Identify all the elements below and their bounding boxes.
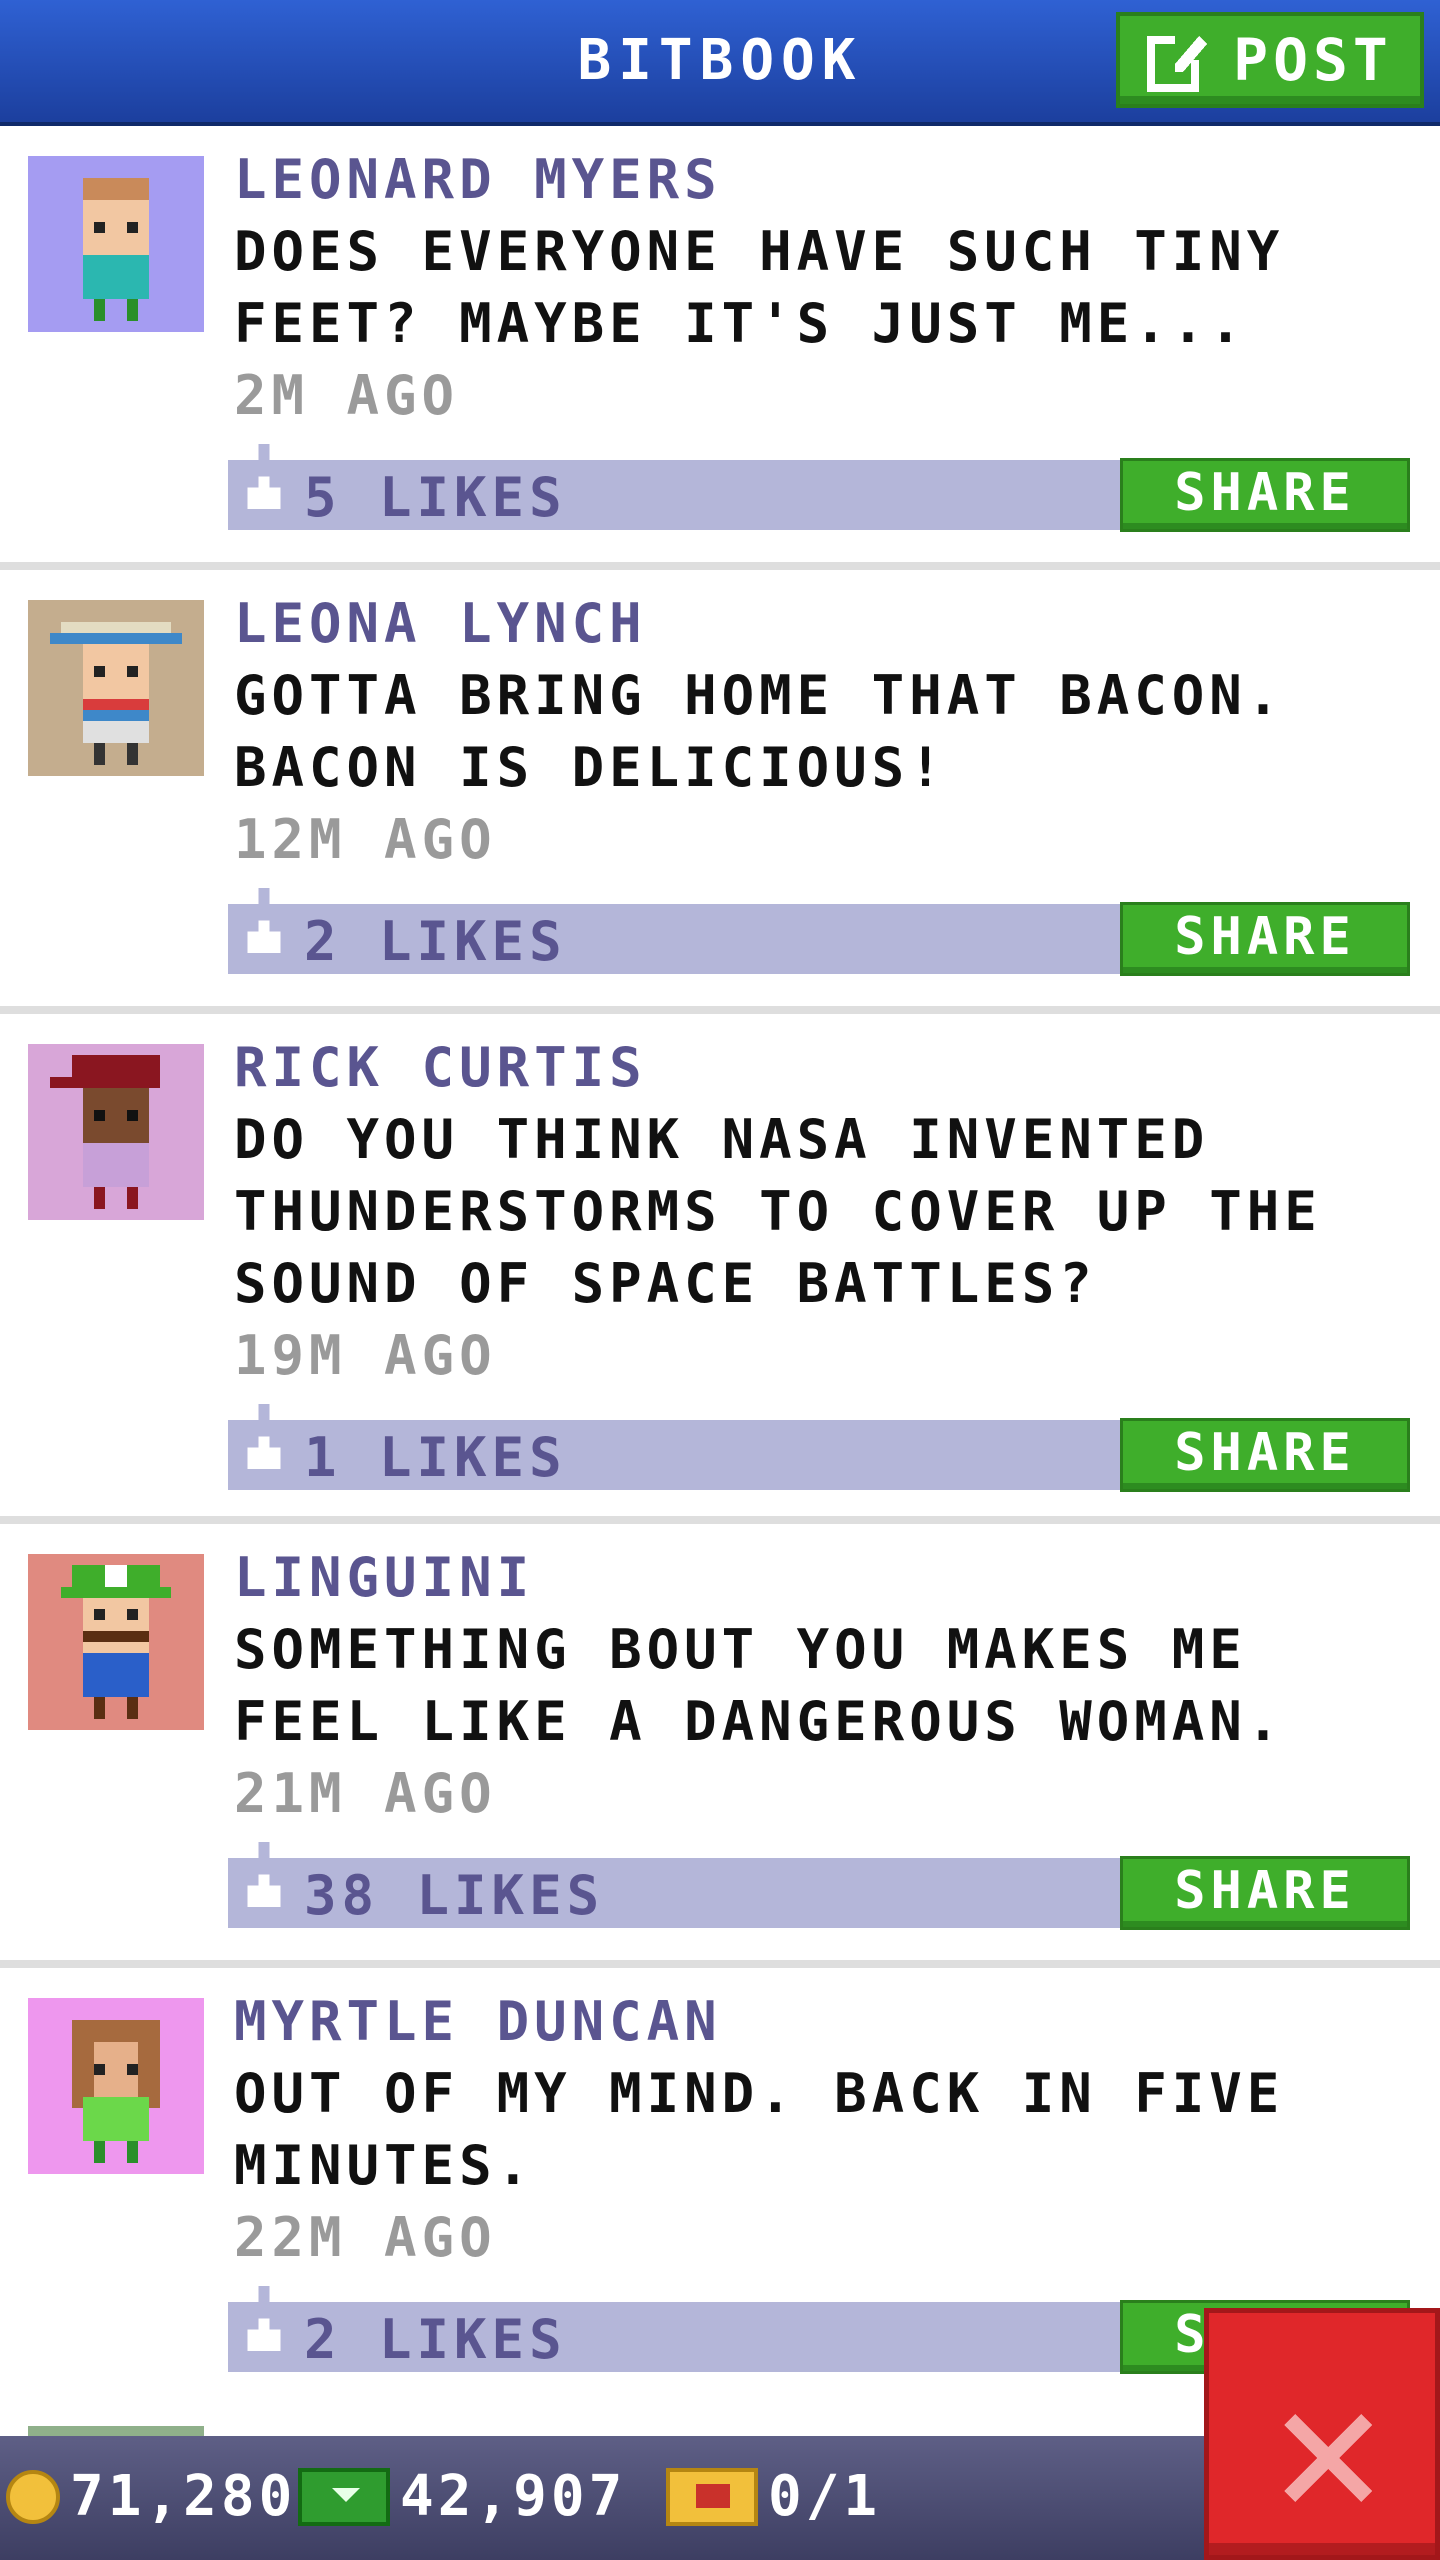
app-header: BITBOOK POST — [0, 0, 1440, 126]
bux-value: 42,907 — [400, 2464, 627, 2529]
avatar — [28, 1554, 204, 1730]
share-button[interactable]: SHARE — [1120, 1418, 1410, 1492]
post-timestamp: 2M AGO — [234, 364, 460, 427]
post-message: OUT OF MY MIND. BACK IN FIVE MINUTES. 22… — [234, 2058, 1404, 2274]
close-icon — [1284, 2414, 1372, 2502]
like-count: 5 LIKES — [304, 466, 567, 529]
post-text: DOES EVERYONE HAVE SUCH TINY FEET? MAYBE… — [234, 220, 1285, 355]
like-count: 1 LIKES — [304, 1426, 567, 1489]
post-author[interactable]: LEONA LYNCH — [234, 592, 647, 655]
feed-post: LINGUINI SOMETHING BOUT YOU MAKES ME FEE… — [0, 1524, 1440, 1968]
coins-display: 71,280 — [6, 2464, 296, 2529]
thumbs-up-icon — [247, 1404, 281, 1470]
post-author[interactable]: MYRTLE DUNCAN — [234, 1990, 722, 2053]
like-bar[interactable]: 38 LIKES SHARE — [228, 1842, 1410, 1930]
avatar — [28, 600, 204, 776]
tickets-display[interactable]: 0/1 — [666, 2464, 881, 2529]
share-button[interactable]: SHARE — [1120, 902, 1410, 976]
post-text: GOTTA BRING HOME THAT BACON. BACON IS DE… — [234, 664, 1285, 799]
bux-icon — [298, 2467, 390, 2526]
post-message: GOTTA BRING HOME THAT BACON. BACON IS DE… — [234, 660, 1404, 876]
coin-icon — [6, 2469, 60, 2524]
tickets-value: 0/1 — [768, 2464, 882, 2529]
thumbs-up-icon — [247, 444, 281, 510]
post-timestamp: 12M AGO — [234, 808, 497, 871]
like-bar[interactable]: 5 LIKES SHARE — [228, 444, 1410, 532]
post-author[interactable]: LEONARD MYERS — [234, 148, 722, 211]
like-count: 38 LIKES — [304, 1864, 605, 1927]
thumbs-up-icon — [247, 888, 281, 954]
share-button[interactable]: SHARE — [1120, 1856, 1410, 1930]
feed-post: RICK CURTIS DO YOU THINK NASA INVENTED T… — [0, 1014, 1440, 1524]
post-message: DOES EVERYONE HAVE SUCH TINY FEET? MAYBE… — [234, 216, 1404, 432]
thumbs-up-icon — [247, 1842, 281, 1908]
bux-display[interactable]: 42,907 — [298, 2464, 626, 2529]
avatar — [28, 1998, 204, 2174]
post-timestamp: 21M AGO — [234, 1762, 497, 1825]
like-bar[interactable]: 1 LIKES SHARE — [228, 1404, 1410, 1492]
feed-list: LEONARD MYERS DOES EVERYONE HAVE SUCH TI… — [0, 126, 1440, 2412]
post-timestamp: 19M AGO — [234, 1324, 497, 1387]
post-message: SOMETHING BOUT YOU MAKES ME FEEL LIKE A … — [234, 1614, 1404, 1830]
edit-icon — [1147, 32, 1208, 92]
feed-post: LEONA LYNCH GOTTA BRING HOME THAT BACON.… — [0, 570, 1440, 1014]
share-button[interactable]: SHARE — [1120, 458, 1410, 532]
ticket-icon — [666, 2467, 758, 2526]
like-count: 2 LIKES — [304, 910, 567, 973]
post-author[interactable]: RICK CURTIS — [234, 1036, 647, 1099]
close-button[interactable] — [1204, 2308, 1440, 2560]
post-author[interactable]: LINGUINI — [234, 1546, 534, 1609]
feed-post: LEONARD MYERS DOES EVERYONE HAVE SUCH TI… — [0, 126, 1440, 570]
like-bar[interactable]: 2 LIKES SHARE — [228, 888, 1410, 976]
avatar — [28, 1044, 204, 1220]
avatar — [28, 156, 204, 332]
thumbs-up-icon — [247, 2286, 281, 2352]
post-button[interactable]: POST — [1116, 12, 1424, 108]
coins-value: 71,280 — [70, 2464, 297, 2529]
post-timestamp: 22M AGO — [234, 2206, 497, 2269]
post-message: DO YOU THINK NASA INVENTED THUNDERSTORMS… — [234, 1104, 1404, 1392]
post-text: OUT OF MY MIND. BACK IN FIVE MINUTES. — [234, 2062, 1285, 2197]
like-count: 2 LIKES — [304, 2308, 567, 2371]
post-text: SOMETHING BOUT YOU MAKES ME FEEL LIKE A … — [234, 1618, 1285, 1753]
avatar — [28, 2426, 204, 2436]
post-button-label: POST — [1233, 26, 1393, 94]
post-text: DO YOU THINK NASA INVENTED THUNDERSTORMS… — [234, 1108, 1322, 1315]
